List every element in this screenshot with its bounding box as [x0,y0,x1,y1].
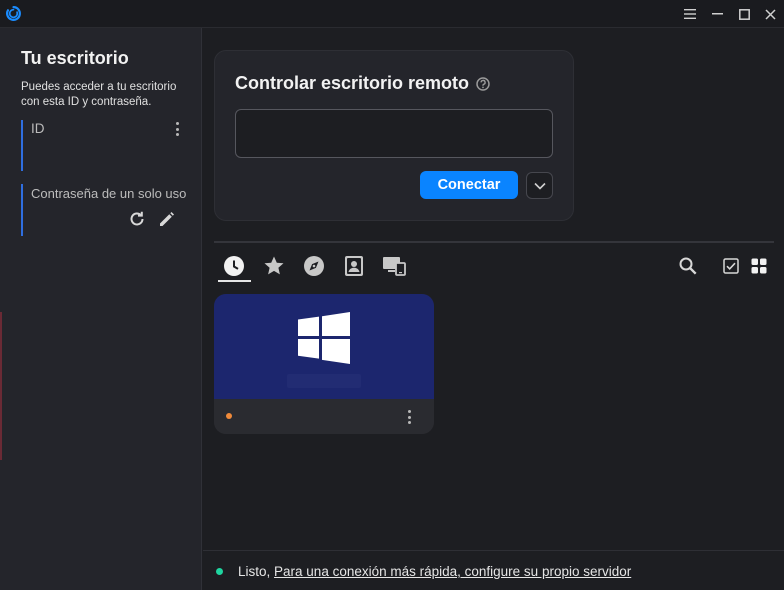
panel-title: Tu escritorio [21,48,129,68]
password-field[interactable]: Contraseña de un solo uso [21,184,191,236]
windows-logo-icon [298,312,350,364]
select-button[interactable] [721,256,741,276]
search-icon [679,257,697,275]
peer-thumbnail[interactable] [214,294,434,399]
help-icon[interactable] [476,76,490,91]
grid-view-icon [751,258,767,274]
edit-icon[interactable] [158,210,176,228]
tab-discovered[interactable] [302,254,326,278]
status-ok-dot [216,568,223,575]
panel-description: Puedes acceder a tu escritorio con esta … [21,81,177,108]
left-panel: Tu escritorio Puedes acceder a tu escrit… [0,28,202,590]
connect-button[interactable]: Conectar [420,171,518,199]
tab-favorites[interactable] [262,254,286,278]
minimize-button[interactable] [707,4,727,24]
grid-view-button[interactable] [749,256,769,276]
app-logo-icon [6,6,21,21]
window-edge-mark [0,312,2,460]
checkbox-icon [723,258,739,274]
peer-footer [214,399,434,434]
status-bar: Listo, Para una conexión más rápida, con… [203,550,784,590]
devices-icon [383,257,406,276]
star-icon [264,256,284,275]
remote-title: Controlar escritorio remoto [235,73,490,94]
close-button[interactable] [760,4,780,24]
maximize-button[interactable] [734,4,754,24]
id-label: ID [31,121,45,136]
maximize-icon [738,8,750,20]
remote-id-input[interactable] [235,109,553,158]
section-divider [214,241,774,243]
status-message: Listo, Para una conexión más rápida, con… [238,564,631,579]
remote-title-text: Controlar escritorio remoto [235,73,470,93]
password-label: Contraseña de un solo uso [31,186,187,201]
menu-button[interactable] [680,4,700,24]
tab-recent[interactable] [222,254,246,278]
title-bar [0,0,784,28]
tab-address-book[interactable] [342,254,366,278]
compass-icon [304,256,324,276]
close-icon [764,8,776,20]
hamburger-icon [684,9,696,19]
peer-name-redacted [287,374,361,388]
chevron-down-icon [533,182,546,190]
minimize-icon [711,13,723,15]
remote-control-card: Controlar escritorio remoto Conectar [214,50,574,221]
tab-devices[interactable] [382,254,406,278]
configure-server-link[interactable]: Para una conexión más rápida, configure … [274,564,631,579]
id-field[interactable]: ID [21,120,191,171]
id-more-icon[interactable] [172,120,182,138]
search-button[interactable] [678,256,698,276]
address-book-icon [345,256,363,276]
peer-more-icon[interactable] [404,408,414,426]
connect-options-button[interactable] [526,172,553,199]
peer-card[interactable] [214,294,434,434]
peer-status-dot [226,413,232,419]
status-text: Listo, [238,564,275,579]
active-tab-indicator [218,280,251,282]
clock-icon [224,256,244,276]
refresh-icon[interactable] [128,210,146,228]
